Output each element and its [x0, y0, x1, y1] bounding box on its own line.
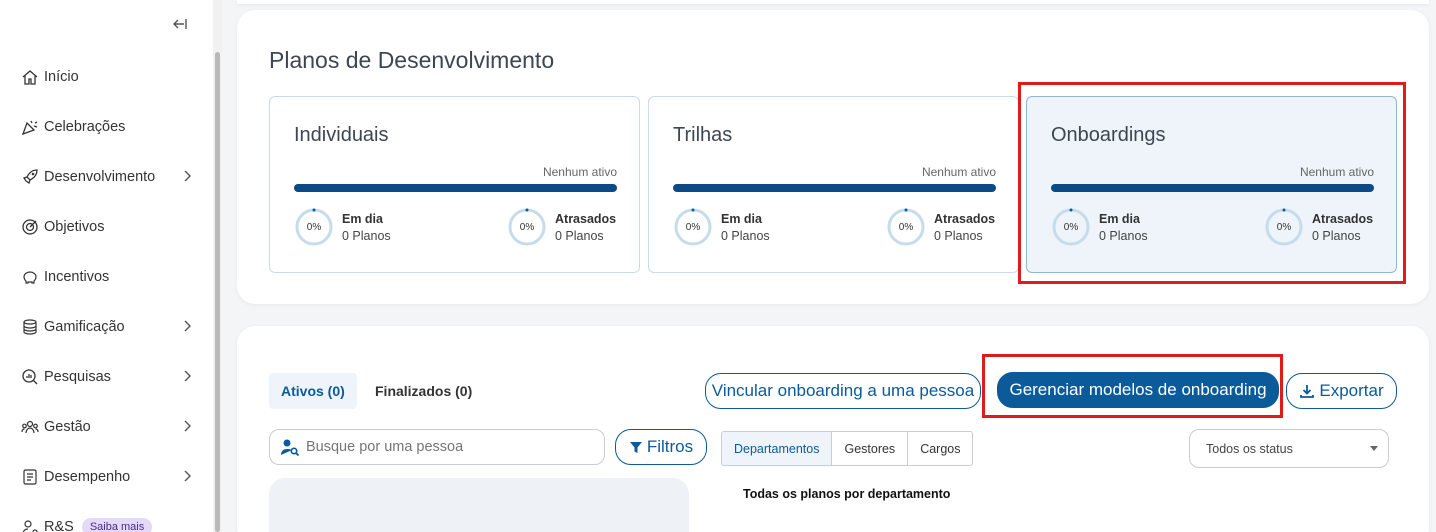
party-popper-icon [20, 117, 40, 137]
person-search-icon [280, 438, 300, 456]
coin-stack-icon [20, 317, 40, 337]
target-icon [20, 217, 40, 237]
plans-title: Planos de Desenvolvimento [269, 47, 555, 73]
on-time-progress-ring: 0% [294, 207, 334, 247]
sidebar-item-rs[interactable]: R&S Saiba mais [0, 502, 212, 532]
chevron-right-icon [180, 319, 194, 333]
sidebar-item-label: Início [44, 69, 79, 85]
sidebar-item-gestao[interactable]: Gestão [0, 402, 212, 452]
people-group-icon [20, 417, 40, 437]
plan-card-title: Individuais [294, 124, 389, 146]
search-field[interactable] [269, 429, 605, 465]
sidebar-item-label: Desempenho [44, 469, 131, 485]
on-time-percent: 0% [306, 221, 322, 233]
status-select-value: Todos os status [1206, 441, 1293, 456]
collapse-sidebar-icon[interactable] [170, 14, 190, 34]
sidebar-item-celebracoes[interactable]: Celebrações [0, 102, 212, 152]
sidebar-item-label: Pesquisas [44, 369, 111, 385]
filters-label: Filtros [646, 437, 694, 456]
rocket-icon [20, 167, 40, 187]
magnifier-chart-icon [20, 367, 40, 387]
saiba-mais-badge[interactable]: Saiba mais [81, 518, 153, 532]
late-label: Atrasados [934, 212, 996, 226]
plan-card-title: Trilhas [673, 124, 733, 146]
group-by-segmented-control: Departamentos Gestores Cargos [721, 431, 974, 466]
link-onboarding-button[interactable]: Vincular onboarding a uma pessoa [705, 373, 981, 409]
plan-progress-bar [673, 184, 996, 192]
sidebar-item-label: Desenvolvimento [44, 169, 156, 185]
late-count: 0 Planos [555, 229, 604, 243]
plan-card-status: Nenhum ativo [542, 165, 617, 179]
plan-card-trilhas[interactable]: Trilhas Nenhum ativo 0% Em dia 0 Planos … [648, 96, 1019, 273]
search-input[interactable] [306, 439, 596, 455]
sidebar-item-label: Objetivos [44, 219, 105, 235]
chevron-right-icon [180, 369, 194, 383]
on-time-count: 0 Planos [721, 229, 770, 243]
on-time-progress-ring: 0% [673, 207, 713, 247]
plan-progress-bar [294, 184, 617, 192]
sidebar-item-gamificacao[interactable]: Gamificação [0, 302, 212, 352]
sidebar-scrollbar-thumb[interactable] [215, 52, 220, 532]
on-time-count: 0 Planos [342, 229, 391, 243]
filters-button[interactable]: Filtros [615, 429, 707, 465]
chevron-right-icon [180, 469, 194, 483]
on-time-percent: 0% [685, 221, 701, 233]
segment-cargos[interactable]: Cargos [908, 432, 972, 465]
late-count: 0 Planos [934, 229, 983, 243]
sidebar-item-label: Gamificação [44, 319, 125, 335]
tab-finalizados[interactable]: Finalizados (0) [363, 373, 484, 409]
sidebar-item-objetivos[interactable]: Objetivos [0, 202, 212, 252]
late-percent: 0% [898, 221, 914, 233]
status-select[interactable]: Todos os status [1189, 429, 1389, 468]
manage-button-highlight-box [982, 354, 1283, 418]
plan-card-status: Nenhum ativo [921, 165, 996, 179]
segment-gestores[interactable]: Gestores [832, 432, 909, 465]
sidebar-item-label: Gestão [44, 419, 91, 435]
piggy-bank-icon [20, 267, 40, 287]
late-percent: 0% [519, 221, 535, 233]
caret-down-icon [1370, 446, 1378, 451]
sidebar-item-label: Celebrações [44, 119, 126, 135]
on-time-label: Em dia [342, 212, 383, 226]
chevron-right-icon [180, 419, 194, 433]
late-label: Atrasados [555, 212, 617, 226]
top-card-edge [237, 0, 1429, 4]
home-icon [20, 67, 40, 87]
sidebar-item-label: R&S [44, 519, 74, 532]
chart-heading: Todas os planos por departamento [743, 487, 951, 501]
sidebar: Início Celebrações Desenvolvimento Objet… [0, 0, 222, 532]
person-search-icon [20, 517, 40, 532]
sidebar-item-label: Incentivos [44, 269, 110, 285]
plan-card-individuais[interactable]: Individuais Nenhum ativo 0% Em dia 0 Pla… [269, 96, 640, 273]
checklist-icon [20, 467, 40, 487]
chart-panel [269, 478, 689, 532]
onboardings-highlight-box [1018, 82, 1406, 284]
sidebar-item-incentivos[interactable]: Incentivos [0, 252, 212, 302]
sidebar-item-inicio[interactable]: Início [0, 52, 212, 102]
sidebar-item-desempenho[interactable]: Desempenho [0, 452, 212, 502]
segment-departamentos[interactable]: Departamentos [722, 432, 833, 465]
sidebar-nav: Início Celebrações Desenvolvimento Objet… [0, 52, 212, 532]
download-icon [1299, 383, 1315, 399]
export-button[interactable]: Exportar [1286, 373, 1397, 409]
late-progress-ring: 0% [886, 207, 926, 247]
sidebar-item-desenvolvimento[interactable]: Desenvolvimento [0, 152, 212, 202]
sidebar-item-pesquisas[interactable]: Pesquisas [0, 352, 212, 402]
tab-ativos[interactable]: Ativos (0) [269, 373, 357, 409]
on-time-label: Em dia [721, 212, 762, 226]
chevron-right-icon [180, 169, 194, 183]
filter-icon [629, 440, 643, 454]
export-label: Exportar [1319, 381, 1384, 400]
late-progress-ring: 0% [507, 207, 547, 247]
